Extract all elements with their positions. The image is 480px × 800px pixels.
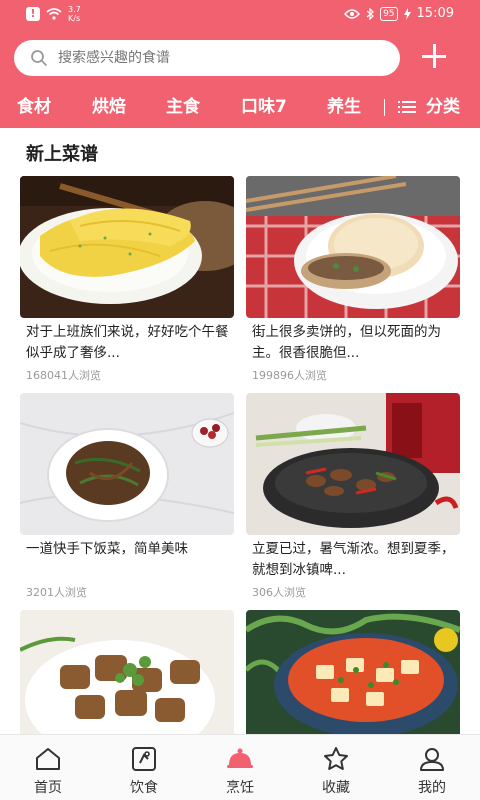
nav-favorites-label: 收藏 — [322, 780, 350, 796]
recipe-image — [246, 393, 460, 535]
recipe-title: 立夏已过，暑气渐浓。想到夏季，就想到冰镇啤... — [252, 541, 455, 578]
recipe-title: 一道快手下饭菜，简单美味 — [26, 541, 188, 557]
category-button[interactable]: 分类 — [398, 94, 460, 120]
recipe-views: 306人浏览 — [252, 586, 306, 599]
recipe-card[interactable]: 立夏已过，暑气渐浓。想到夏季，就想到冰镇啤... 306人浏览 — [246, 393, 460, 603]
star-icon — [324, 747, 348, 770]
search-bar[interactable] — [14, 40, 400, 76]
eye-icon — [344, 8, 361, 19]
recipe-image — [20, 176, 234, 318]
tab-flavor[interactable]: 口味7 — [241, 94, 287, 120]
tab-staple-food[interactable]: 主食 — [166, 94, 200, 120]
battery-indicator: 95 — [380, 6, 398, 21]
bottom-nav: 首页 饮食 烹饪 收藏 我的 — [0, 734, 480, 800]
status-left: ! 3.7 K/s — [26, 5, 81, 23]
recipe-views: 199896人浏览 — [252, 369, 327, 382]
nav-home-label: 首页 — [34, 780, 62, 796]
section-title: 新上菜谱 — [26, 144, 98, 165]
recipe-image — [246, 610, 460, 752]
recipe-image — [246, 176, 460, 318]
diet-icon — [132, 747, 156, 771]
recipe-title: 街上很多卖饼的，但以死面的为主。很香很脆但... — [252, 324, 441, 361]
add-recipe-button[interactable] — [422, 44, 446, 68]
list-icon — [398, 101, 416, 113]
header: 食材 烘焙 主食 口味7 养生 分类 — [0, 28, 480, 128]
nav-cooking[interactable]: 烹饪 — [192, 735, 288, 800]
alert-icon: ! — [26, 7, 40, 21]
nav-cooking-label: 烹饪 — [226, 780, 254, 796]
nav-diet[interactable]: 饮食 — [96, 735, 192, 800]
category-label: 分类 — [426, 97, 460, 117]
recipe-title: 对于上班族们来说，好好吃个午餐似乎成了奢侈... — [26, 324, 229, 361]
status-bar: ! 3.7 K/s 95 15:09 — [0, 0, 480, 28]
nav-favorites[interactable]: 收藏 — [288, 735, 384, 800]
wifi-icon — [46, 8, 62, 20]
home-icon — [36, 748, 60, 770]
nav-profile[interactable]: 我的 — [384, 735, 480, 800]
status-right: 95 15:09 — [344, 6, 454, 21]
charging-icon — [403, 7, 411, 20]
recipe-card[interactable]: 对于上班族们来说，好好吃个午餐似乎成了奢侈... 168041人浏览 — [20, 176, 234, 386]
nav-home[interactable]: 首页 — [0, 735, 96, 800]
recipe-image — [20, 610, 234, 752]
tab-ingredients[interactable]: 食材 — [17, 94, 51, 120]
nav-profile-label: 我的 — [418, 780, 446, 796]
bluetooth-icon — [366, 7, 374, 20]
recipe-card[interactable]: 街上很多卖饼的，但以死面的为主。很香很脆但... 199896人浏览 — [246, 176, 460, 386]
tab-divider — [384, 99, 385, 116]
network-speed: 3.7 K/s — [68, 5, 81, 23]
search-input[interactable] — [58, 50, 358, 66]
user-icon — [420, 748, 444, 771]
search-icon — [31, 50, 47, 66]
nav-diet-label: 饮食 — [130, 780, 158, 796]
clock: 15:09 — [416, 6, 454, 21]
cloche-icon — [227, 748, 253, 768]
tab-health[interactable]: 养生 — [327, 94, 361, 120]
tab-baking[interactable]: 烘焙 — [92, 94, 126, 120]
recipe-card[interactable]: 一道快手下饭菜，简单美味 3201人浏览 — [20, 393, 234, 603]
recipe-image — [20, 393, 234, 535]
speed-unit: K/s — [68, 14, 81, 23]
category-tabs: 食材 烘焙 主食 口味7 养生 分类 — [0, 94, 480, 124]
recipe-views: 168041人浏览 — [26, 369, 101, 382]
speed-value: 3.7 — [68, 5, 81, 14]
recipe-views: 3201人浏览 — [26, 586, 87, 599]
